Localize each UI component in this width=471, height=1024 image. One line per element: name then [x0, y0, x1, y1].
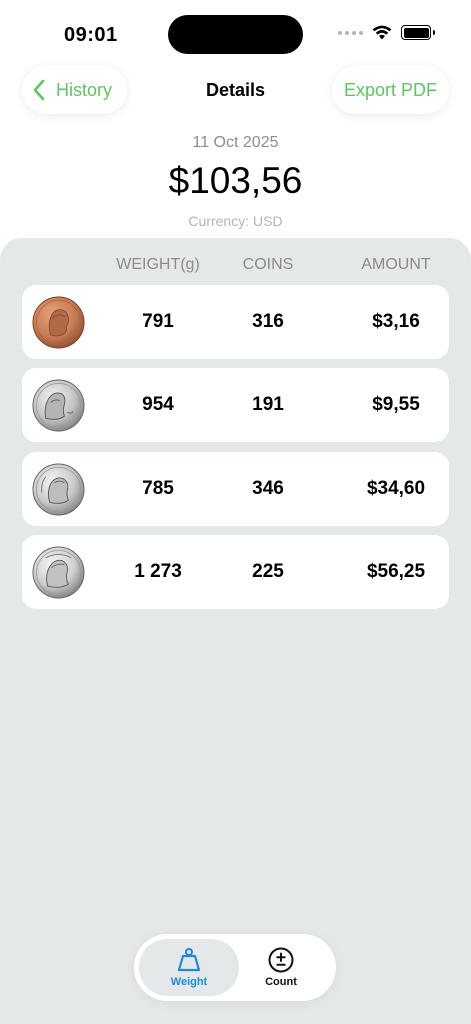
row-weight: 954: [142, 394, 174, 415]
row-amount: $3,16: [372, 311, 420, 332]
header-weight: WEIGHT(g): [116, 256, 200, 273]
penny-coin-icon: [32, 296, 85, 349]
record-date: 11 Oct 2025: [192, 134, 279, 151]
currency-label: Currency: USD: [188, 213, 283, 229]
details-screen: 09:01 History Details Export PDF 11 Oct …: [0, 0, 471, 1024]
nickel-coin-icon: [32, 379, 85, 432]
row-coins: 191: [252, 394, 284, 415]
table-row-penny[interactable]: 791 316 $3,16: [22, 285, 449, 359]
bottom-tab-bar: Weight Count: [134, 934, 336, 1001]
row-amount: $34,60: [366, 478, 426, 499]
export-pdf-button[interactable]: Export PDF: [332, 66, 449, 114]
header-amount: AMOUNT: [361, 256, 431, 273]
row-amount: $9,55: [372, 394, 420, 415]
wifi-icon: [372, 25, 392, 40]
row-weight: 1 273: [134, 561, 182, 582]
status-bar: 09:01: [0, 0, 471, 70]
table-row-quarter[interactable]: 1 273 225 $56,25: [22, 535, 449, 609]
quarter-coin-icon: [32, 546, 85, 599]
row-coins: 225: [252, 561, 284, 582]
status-icons: [338, 25, 435, 40]
battery-icon: [401, 25, 435, 40]
dynamic-island: [168, 15, 303, 54]
row-weight: 791: [142, 311, 174, 332]
tab-count[interactable]: Count: [231, 939, 331, 996]
cellular-signal-icon: [338, 30, 363, 35]
status-time: 09:01: [64, 24, 118, 46]
row-coins: 346: [252, 478, 284, 499]
row-amount: $56,25: [366, 561, 426, 582]
table-row-dime[interactable]: 785 346 $34,60: [22, 452, 449, 526]
weight-icon: [177, 948, 201, 972]
table-header: WEIGHT(g) COINS AMOUNT: [0, 256, 471, 276]
tab-count-label: Count: [265, 976, 297, 988]
row-coins: 316: [252, 311, 284, 332]
row-weight: 785: [142, 478, 174, 499]
table-row-nickel[interactable]: 954 191 $9,55: [22, 368, 449, 442]
tab-weight-label: Weight: [170, 976, 208, 988]
total-amount: $103,56: [168, 160, 303, 201]
plus-minus-icon: [268, 947, 294, 973]
tab-weight[interactable]: Weight: [139, 939, 239, 996]
nav-bar: History Details Export PDF: [0, 66, 471, 116]
export-label: Export PDF: [343, 79, 438, 100]
breakdown-panel: WEIGHT(g) COINS AMOUNT 791 316 $3,16 954…: [0, 238, 471, 1024]
header-coins: COINS: [242, 256, 294, 273]
dime-coin-icon: [32, 463, 85, 516]
